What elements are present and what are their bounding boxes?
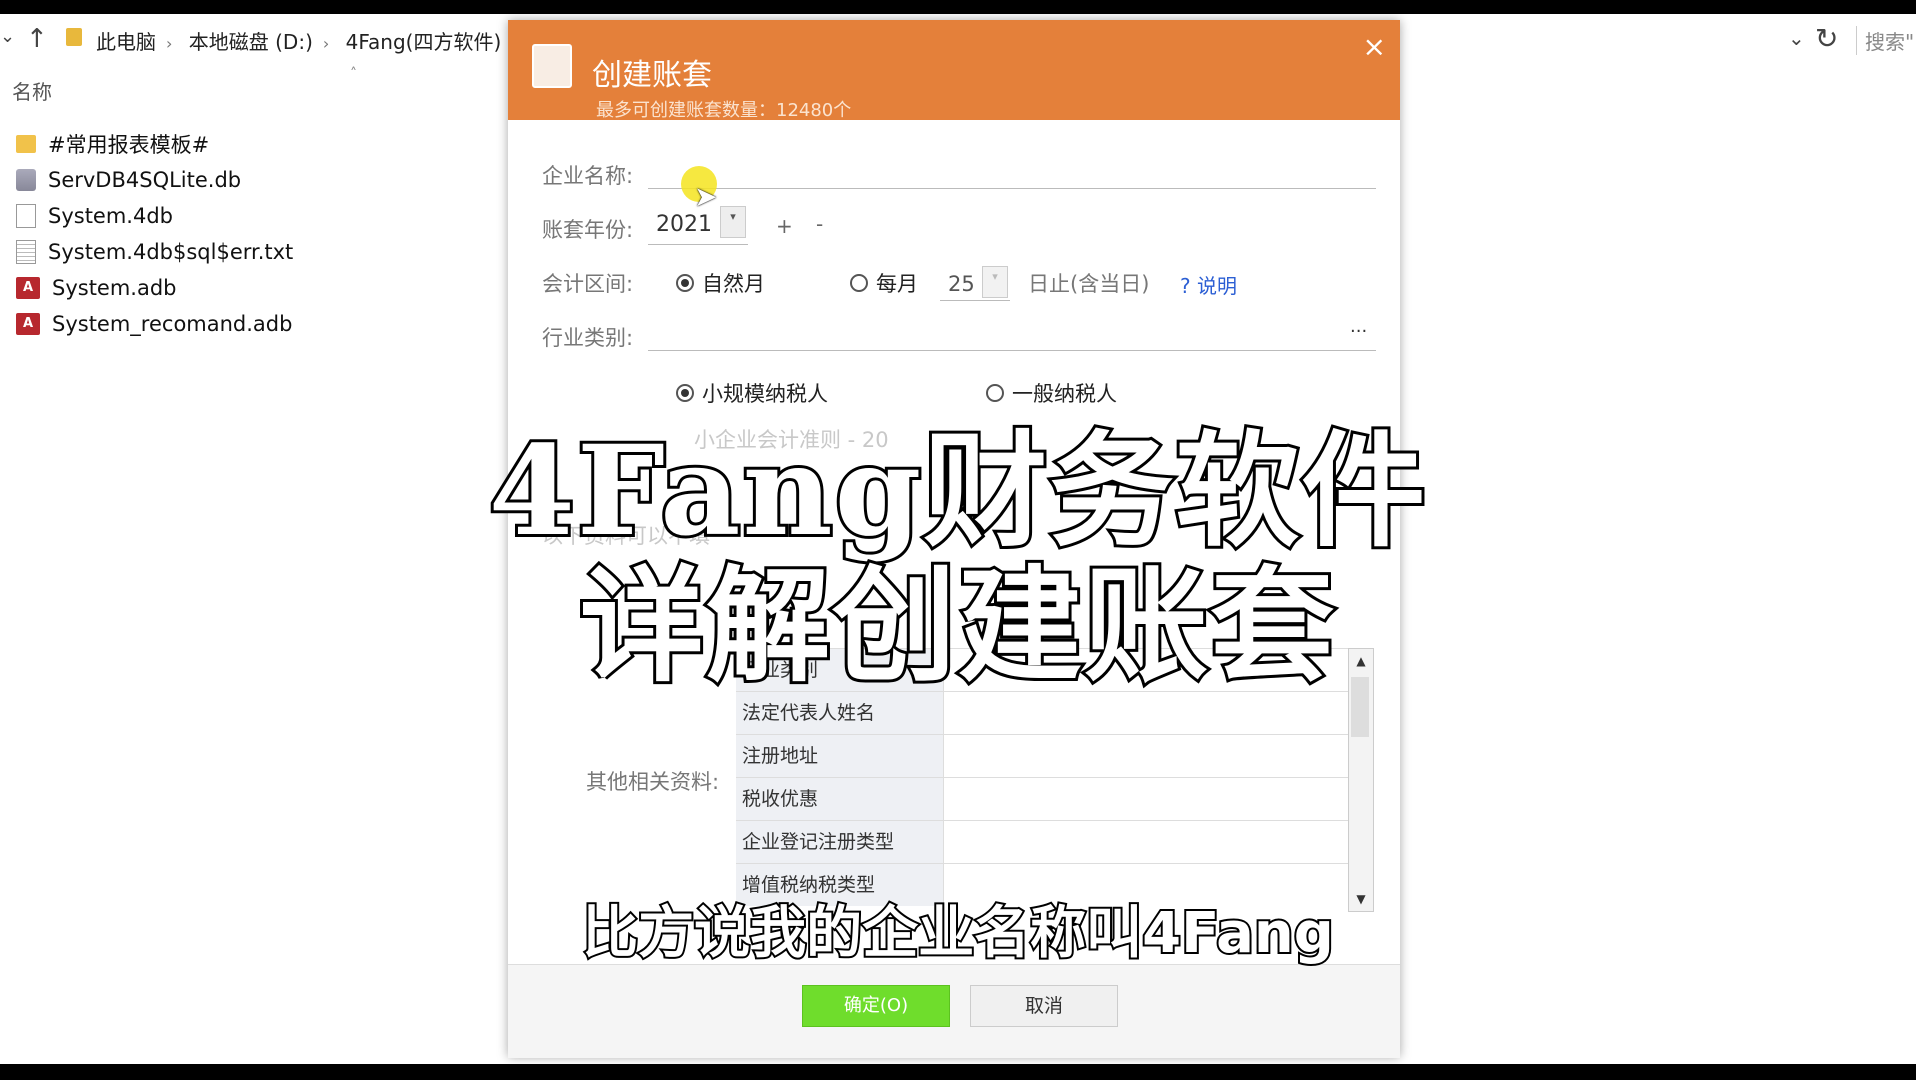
chevron-right-icon: › (322, 34, 330, 53)
industry-label: 行业类别: (542, 326, 634, 350)
text-file-icon (16, 240, 36, 264)
list-item[interactable]: #常用报表模板# (16, 126, 293, 162)
company-name-label: 企业名称: (542, 164, 634, 188)
close-icon[interactable]: × (1363, 30, 1386, 63)
chevron-down-icon[interactable]: ⌄ (1788, 26, 1805, 50)
period-day-dropdown-icon[interactable]: ▾ (982, 266, 1008, 298)
field-value[interactable] (944, 735, 1348, 777)
chevron-down-icon[interactable]: ⌄ (0, 26, 15, 47)
field-name: 注册地址 (736, 735, 944, 777)
year-plus-button[interactable]: + (776, 214, 793, 238)
natural-month-radio[interactable]: 自然月 (676, 268, 765, 298)
folder-icon (16, 135, 36, 153)
file-name: System.4db$sql$err.txt (48, 240, 294, 264)
column-header-name[interactable]: 名称 (12, 76, 52, 105)
table-row[interactable]: 企业登记注册类型 (736, 820, 1348, 863)
chevron-right-icon: › (166, 34, 173, 53)
file-name: ServDB4SQLite.db (48, 168, 242, 192)
field-value[interactable] (944, 821, 1348, 863)
radio-label: 每月 (876, 272, 918, 296)
breadcrumb-item[interactable]: 本地磁盘 (D:) (189, 30, 313, 54)
dialog-subtitle: 最多可创建账套数量：12480个 (596, 100, 852, 121)
mouse-pointer-icon: ➤ (694, 180, 718, 213)
search-box[interactable]: 搜索" (1856, 26, 1914, 55)
help-link[interactable]: ? 说明 (1180, 270, 1237, 299)
field-value[interactable] (944, 778, 1348, 820)
year-dropdown-icon[interactable]: ▾ (720, 206, 746, 238)
year-underline (648, 244, 748, 245)
industry-input[interactable] (648, 350, 1376, 351)
radio-empty-icon (850, 274, 868, 292)
ok-button[interactable]: 确定(O) (802, 985, 950, 1027)
list-item[interactable]: System.4db (16, 198, 293, 234)
radio-selected-icon (676, 274, 694, 292)
table-row[interactable]: 注册地址 (736, 734, 1348, 777)
file-icon (16, 204, 36, 228)
file-name: #常用报表模板# (48, 133, 210, 157)
file-name: System.4db (48, 204, 174, 228)
company-name-input[interactable] (648, 188, 1376, 189)
overlay-title-line2: 详解创建账套 (577, 551, 1337, 702)
period-day-value[interactable]: 25 (948, 272, 975, 296)
period-day-underline (940, 300, 1010, 301)
period-label: 会计区间: (542, 272, 634, 296)
sort-up-icon: ˄ (350, 66, 357, 82)
field-name: 税收优惠 (736, 778, 944, 820)
list-item[interactable]: ServDB4SQLite.db (16, 162, 293, 198)
notebook-icon (532, 44, 572, 88)
breadcrumb: 此电脑 › 本地磁盘 (D:) › 4Fang(四方软件) (96, 26, 501, 55)
dialog-footer: 确定(O) 取消 (508, 964, 1400, 1058)
video-subtitle: 比方说我的企业名称叫4Fang (580, 899, 1336, 968)
access-file-icon: A (16, 277, 40, 299)
breadcrumb-item[interactable]: 4Fang(四方软件) (346, 30, 502, 54)
industry-browse-button[interactable]: ... (1350, 316, 1367, 337)
file-name: System_recomand.adb (52, 312, 293, 336)
refresh-icon[interactable]: ↻ (1815, 22, 1838, 55)
file-list: #常用报表模板# ServDB4SQLite.db System.4db Sys… (16, 126, 293, 342)
table-row[interactable]: 税收优惠 (736, 777, 1348, 820)
radio-label: 自然月 (702, 272, 765, 296)
up-arrow-icon[interactable]: ↑ (26, 24, 48, 54)
field-name: 企业登记注册类型 (736, 821, 944, 863)
list-item[interactable]: System.4db$sql$err.txt (16, 234, 293, 270)
year-label: 账套年份: (542, 218, 634, 242)
database-file-icon (16, 169, 36, 191)
list-item[interactable]: A System.adb (16, 270, 293, 306)
list-item[interactable]: A System_recomand.adb (16, 306, 293, 342)
file-name: System.adb (52, 276, 177, 300)
monthly-radio[interactable]: 每月 (850, 268, 918, 298)
dialog-header: 创建账套 最多可创建账套数量：12480个 × (508, 20, 1400, 121)
cancel-button[interactable]: 取消 (970, 985, 1118, 1027)
folder-icon (66, 28, 82, 46)
other-info-label: 其他相关资料: (586, 770, 720, 794)
year-value[interactable]: 2021 (656, 212, 712, 237)
year-minus-button[interactable]: - (816, 212, 823, 236)
access-file-icon: A (16, 313, 40, 335)
period-suffix: 日止(含当日) (1028, 272, 1150, 296)
dialog-title: 创建账套 (592, 58, 712, 93)
breadcrumb-item[interactable]: 此电脑 (96, 30, 156, 54)
